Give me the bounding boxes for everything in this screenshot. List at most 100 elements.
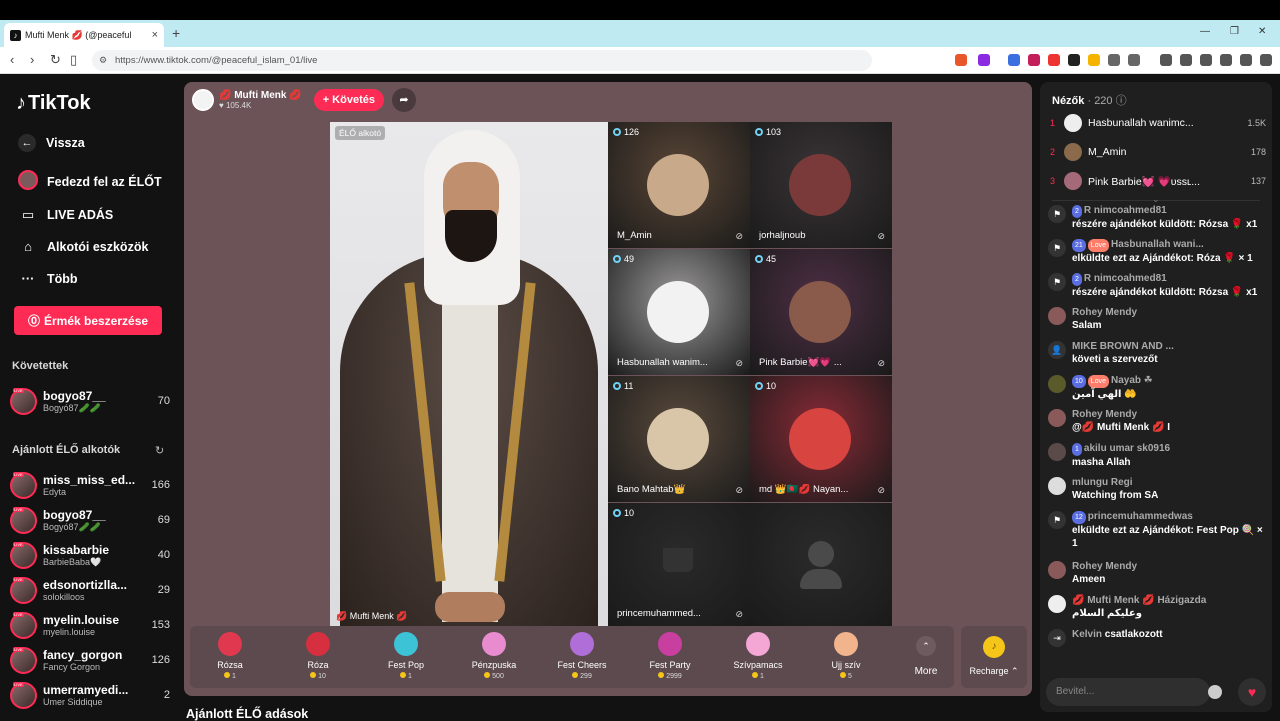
browser-tab-strip: ♪ Mufti Menk 💋 (@peaceful × + — ❐ ✕: [0, 20, 1280, 47]
chat-user[interactable]: Rohey Mendy: [1072, 409, 1137, 420]
brave-shield-icon[interactable]: [955, 54, 967, 66]
nav-explore-live[interactable]: Fedezd fel az ÉLŐT: [18, 170, 162, 193]
more-gifts-button[interactable]: ⌃ More: [908, 636, 944, 677]
chat-user[interactable]: R nimcoahmed81: [1084, 205, 1167, 216]
empty-seat-tile[interactable]: [750, 503, 892, 626]
host-avatar[interactable]: [192, 89, 214, 111]
extension-puzzle-icon[interactable]: [1108, 54, 1120, 66]
suggested-user[interactable]: LIVE miss_miss_ed... Edyta 166: [10, 469, 170, 501]
media-icon[interactable]: [1160, 54, 1172, 66]
back-icon[interactable]: ‹: [10, 52, 14, 67]
tiktok-logo[interactable]: ♪ TikTok: [16, 92, 91, 115]
new-tab-icon[interactable]: +: [172, 25, 180, 41]
chat-list[interactable]: ⚑ 2R nimcoahmed81 részére ajándékot küldö…: [1040, 204, 1272, 674]
chat-user[interactable]: princemuhammedwas: [1088, 511, 1193, 522]
guest-tile[interactable]: 10 princemuhammed... ⊘: [608, 503, 750, 626]
gift-item[interactable]: Szívpamacs 1: [718, 632, 798, 680]
chat-user[interactable]: Hasbunallah wani...: [1111, 239, 1204, 250]
extension-k-icon[interactable]: [1028, 54, 1040, 66]
follow-button[interactable]: + Követés: [313, 89, 384, 111]
emoji-icon[interactable]: [1208, 685, 1222, 699]
nav-live-broadcast[interactable]: ▭ LIVE ADÁS: [18, 207, 113, 223]
vpn-icon[interactable]: [1240, 54, 1252, 66]
suggested-user[interactable]: LIVE edsonortizlla... solokilloos 29: [10, 574, 170, 606]
suggested-user[interactable]: LIVE umerramyedi... Umer Siddique 2: [10, 679, 170, 711]
chat-user[interactable]: Rohey Mendy: [1072, 307, 1137, 318]
brand-text: TikTok: [28, 92, 91, 114]
gift-item[interactable]: Róza 10: [278, 632, 358, 680]
site-info-icon[interactable]: ⚙: [99, 50, 107, 71]
rewards-icon[interactable]: [978, 54, 990, 66]
guest-tile[interactable]: 10 md 👑🇧🇩💋 Nayan... ⊘: [750, 376, 892, 502]
like-heart-icon[interactable]: ♥: [1238, 678, 1266, 706]
reload-icon[interactable]: ↻: [50, 52, 61, 68]
fest-party-icon: [658, 632, 682, 656]
following-user[interactable]: LIVE bogyo87__ Bogyó87🥒🥒 70: [10, 385, 170, 417]
suggested-user[interactable]: LIVE fancy_gorgon Fancy Gorgon 126: [10, 644, 170, 676]
gift-item[interactable]: Ujj szív 5: [806, 632, 886, 680]
chat-user[interactable]: MIKE BROWN AND ...: [1072, 341, 1174, 352]
chat-user[interactable]: R nimcoahmed81: [1084, 273, 1167, 284]
extension-dl-icon[interactable]: [1068, 54, 1080, 66]
viewers-count: · 220: [1087, 95, 1113, 107]
wallet-icon[interactable]: [1200, 54, 1212, 66]
guest-tile[interactable]: 11 Bano Mahtab👑 ⊘: [608, 376, 750, 502]
user-name: miss_miss_ed...: [43, 473, 136, 487]
minimize-icon[interactable]: —: [1200, 26, 1210, 37]
extension-box-icon[interactable]: [1128, 54, 1140, 66]
gift-item[interactable]: Fest Pop 1: [366, 632, 446, 680]
suggested-user[interactable]: LIVE bogyo87__ Bogyó87🥒🥒 69: [10, 504, 170, 536]
extension-mail-icon[interactable]: [1048, 54, 1060, 66]
guest-tile[interactable]: 45 Pink Barbie💓💗 ... ⊘: [750, 249, 892, 375]
maximize-icon[interactable]: ❐: [1230, 26, 1239, 37]
top-viewer[interactable]: 2 M_Amin 178: [1050, 141, 1266, 163]
bookmark-icon[interactable]: ▯: [70, 52, 77, 68]
host-name[interactable]: 💋 Mufti Menk 💋: [219, 90, 302, 101]
buy-coins-button[interactable]: ⓪ Érmék beszerzése: [14, 306, 162, 335]
chat-text: وعليكم السلام: [1072, 608, 1142, 619]
nav-more[interactable]: ··· Több: [18, 271, 78, 286]
gift-item[interactable]: Rózsa 1: [190, 632, 270, 680]
top-viewer[interactable]: 1 Hasbunallah wanimc... 1.5K: [1050, 112, 1266, 134]
suggested-user[interactable]: LIVE myelin.louise myelin.louise 153: [10, 609, 170, 641]
guest-tile[interactable]: 49 Hasbunallah wanim... ⊘: [608, 249, 750, 375]
guest-tile[interactable]: 103 jorhaljnoub ⊘: [750, 122, 892, 248]
user-name: edsonortizlla...: [43, 578, 128, 592]
gift-item[interactable]: Fest Cheers 299: [542, 632, 622, 680]
recharge-button[interactable]: ♪ Recharge ⌃: [961, 626, 1027, 688]
browser-tab[interactable]: ♪ Mufti Menk 💋 (@peaceful ×: [4, 23, 164, 47]
back-arrow-icon: ←: [18, 134, 36, 152]
leo-icon[interactable]: [1220, 54, 1232, 66]
forward-icon[interactable]: ›: [30, 52, 34, 67]
chat-user[interactable]: mlungu Regi: [1072, 477, 1133, 488]
chat-user[interactable]: Rohey Mendy: [1072, 561, 1137, 572]
nav-creator-tools[interactable]: ⌂ Alkotói eszközök: [18, 239, 148, 254]
chat-user[interactable]: Nayab ☘: [1111, 375, 1153, 386]
extension-color-icon[interactable]: [1088, 54, 1100, 66]
chat-user[interactable]: akilu umar sk0916: [1084, 443, 1170, 454]
gift-item[interactable]: Pénzpuska 500: [454, 632, 534, 680]
sidebar-toggle-icon[interactable]: [1180, 54, 1192, 66]
chat-user[interactable]: 💋 Mufti Menk 💋 Házigazda: [1072, 595, 1206, 606]
top-viewer[interactable]: 3 Pink Barbie💓 💗ᴜssʟ... 137: [1050, 170, 1266, 192]
extension-translate-icon[interactable]: [1008, 54, 1020, 66]
info-icon[interactable]: ⓘ: [1116, 95, 1127, 107]
rank: 3: [1050, 176, 1056, 186]
share-icon[interactable]: ➦: [391, 88, 416, 112]
rank: 1: [1050, 118, 1056, 128]
refresh-icon[interactable]: ↻: [155, 444, 164, 457]
url-field[interactable]: ⚙ https://www.tiktok.com/@peaceful_islam…: [92, 50, 872, 71]
gift-item[interactable]: Fest Party 2999: [630, 632, 710, 680]
viewer-count: 2: [163, 689, 170, 701]
chat-user[interactable]: Kelvin: [1072, 629, 1102, 640]
close-tab-icon[interactable]: ×: [152, 29, 158, 41]
chat-input[interactable]: Bevitel...: [1046, 678, 1210, 706]
chat-message: 👤 MIKE BROWN AND ... követi a szervezőt: [1048, 340, 1266, 366]
nav-explore-live-label: Fedezd fel az ÉLŐT: [47, 174, 162, 189]
guest-tile[interactable]: 126 M_Amin ⊘: [608, 122, 750, 248]
menu-icon[interactable]: [1260, 54, 1272, 66]
suggested-user[interactable]: LIVE kissabarbie BarbieBaba🤍 40: [10, 539, 170, 571]
host-video[interactable]: ÉLŐ alkotó 💋 Mufti Menk 💋: [330, 122, 608, 626]
close-window-icon[interactable]: ✕: [1258, 26, 1266, 37]
nav-back[interactable]: ← Vissza: [18, 134, 85, 152]
